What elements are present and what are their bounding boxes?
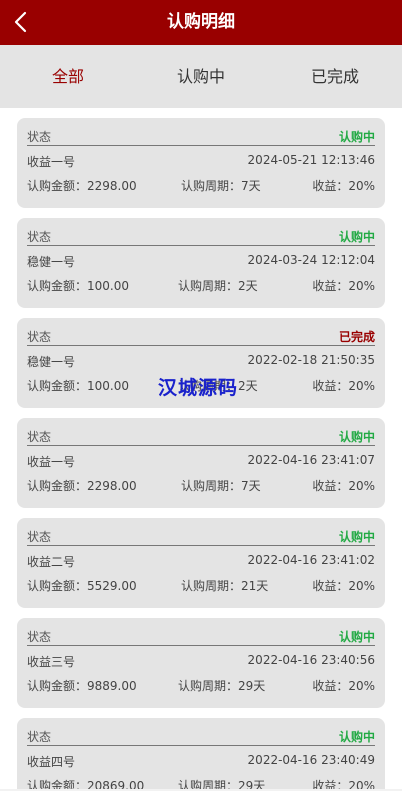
subscription-time: 2022-04-16 23:41:07 xyxy=(247,453,375,467)
subscription-time: 2024-05-21 12:13:46 xyxy=(247,153,375,167)
subscription-card[interactable]: 状态 认购中 收益二号 2022-04-16 23:41:02 认购金额：552… xyxy=(17,518,385,608)
subscription-time: 2022-04-16 23:41:02 xyxy=(247,553,375,567)
detail-row: 认购金额：2298.00 认购周期：7天 收益：20% xyxy=(27,477,375,495)
subscription-period: 认购周期：29天 xyxy=(178,679,266,693)
status-badge: 认购中 xyxy=(338,730,375,744)
status-label: 状态 xyxy=(27,230,52,244)
status-row: 状态 认购中 xyxy=(27,126,375,146)
subscription-yield: 收益：20% xyxy=(312,279,375,293)
status-row: 状态 认购中 xyxy=(27,526,375,546)
detail-row: 认购金额：5529.00 认购周期：21天 收益：20% xyxy=(27,577,375,595)
subscription-period: 认购周期：7天 xyxy=(181,179,261,193)
product-row: 收益二号 2022-04-16 23:41:02 xyxy=(27,553,375,571)
detail-row: 认购金额：9889.00 认购周期：29天 收益：20% xyxy=(27,677,375,695)
status-badge: 认购中 xyxy=(338,230,375,244)
subscription-card[interactable]: 状态 认购中 收益一号 2022-04-16 23:41:07 认购金额：229… xyxy=(17,418,385,508)
status-row: 状态 已完成 xyxy=(27,326,375,346)
status-label: 状态 xyxy=(27,430,52,444)
subscription-period: 认购周期：7天 xyxy=(181,479,261,493)
status-row: 状态 认购中 xyxy=(27,626,375,646)
subscription-yield: 收益：20% xyxy=(312,679,375,693)
subscription-card[interactable]: 状态 认购中 稳健一号 2024-03-24 12:12:04 认购金额：100… xyxy=(17,218,385,308)
tab-subscribing[interactable]: 认购中 xyxy=(134,45,268,108)
subscription-amount: 认购金额：2298.00 xyxy=(27,479,137,493)
product-row: 收益四号 2022-04-16 23:40:49 xyxy=(27,753,375,771)
tab-all[interactable]: 全部 xyxy=(1,45,135,108)
subscription-amount: 认购金额：100.00 xyxy=(27,279,129,293)
status-label: 状态 xyxy=(27,730,52,744)
status-row: 状态 认购中 xyxy=(27,426,375,446)
product-row: 收益一号 2022-04-16 23:41:07 xyxy=(27,453,375,471)
status-row: 状态 认购中 xyxy=(27,226,375,246)
detail-row: 认购金额：2298.00 认购周期：7天 收益：20% xyxy=(27,177,375,195)
subscription-time: 2022-04-16 23:40:56 xyxy=(247,653,375,667)
status-badge: 认购中 xyxy=(338,430,375,444)
subscription-time: 2024-03-24 12:12:04 xyxy=(247,253,375,267)
status-badge: 认购中 xyxy=(338,530,375,544)
status-badge: 认购中 xyxy=(338,630,375,644)
product-name: 收益二号 xyxy=(27,555,76,569)
detail-row: 认购金额：100.00 认购周期：2天 收益：20% xyxy=(27,277,375,295)
product-name: 收益一号 xyxy=(27,155,76,169)
subscription-yield: 收益：20% xyxy=(312,579,375,593)
subscription-card[interactable]: 状态 认购中 收益一号 2024-05-21 12:13:46 认购金额：229… xyxy=(17,118,385,208)
subscription-period: 认购周期：2天 xyxy=(178,279,258,293)
status-label: 状态 xyxy=(27,630,52,644)
product-name: 收益三号 xyxy=(27,655,76,669)
status-label: 状态 xyxy=(27,530,52,544)
product-name: 稳健一号 xyxy=(27,355,76,369)
tab-completed[interactable]: 已完成 xyxy=(268,45,402,108)
product-row: 稳健一号 2022-02-18 21:50:35 xyxy=(27,353,375,371)
subscription-list[interactable]: 状态 认购中 收益一号 2024-05-21 12:13:46 认购金额：229… xyxy=(0,108,402,791)
status-badge: 认购中 xyxy=(338,130,375,144)
subscription-amount: 认购金额：2298.00 xyxy=(27,179,137,193)
filter-tabs: 全部 认购中 已完成 xyxy=(0,45,402,108)
subscription-time: 2022-04-16 23:40:49 xyxy=(247,753,375,767)
subscription-amount: 认购金额：100.00 xyxy=(27,379,129,393)
subscription-amount: 认购金额：9889.00 xyxy=(27,679,137,693)
status-label: 状态 xyxy=(27,330,52,344)
product-name: 稳健一号 xyxy=(27,255,76,269)
subscription-card[interactable]: 状态 认购中 收益三号 2022-04-16 23:40:56 认购金额：988… xyxy=(17,618,385,708)
product-name: 收益一号 xyxy=(27,455,76,469)
subscription-yield: 收益：20% xyxy=(312,179,375,193)
product-name: 收益四号 xyxy=(27,755,76,769)
subscription-card[interactable]: 状态 认购中 收益四号 2022-04-16 23:40:49 认购金额：208… xyxy=(17,718,385,791)
status-badge: 已完成 xyxy=(338,330,375,344)
subscription-yield: 收益：20% xyxy=(312,379,375,393)
page-title: 认购明细 xyxy=(167,12,235,32)
product-row: 稳健一号 2024-03-24 12:12:04 xyxy=(27,253,375,271)
subscription-yield: 收益：20% xyxy=(312,479,375,493)
status-label: 状态 xyxy=(27,130,52,144)
status-row: 状态 认购中 xyxy=(27,726,375,746)
subscription-period: 认购周期：21天 xyxy=(181,579,269,593)
subscription-time: 2022-02-18 21:50:35 xyxy=(247,353,375,367)
subscription-amount: 认购金额：5529.00 xyxy=(27,579,137,593)
product-row: 收益三号 2022-04-16 23:40:56 xyxy=(27,653,375,671)
product-row: 收益一号 2024-05-21 12:13:46 xyxy=(27,153,375,171)
watermark-text: 汉城源码 xyxy=(158,377,239,399)
app-header: 认购明细 xyxy=(0,0,402,45)
